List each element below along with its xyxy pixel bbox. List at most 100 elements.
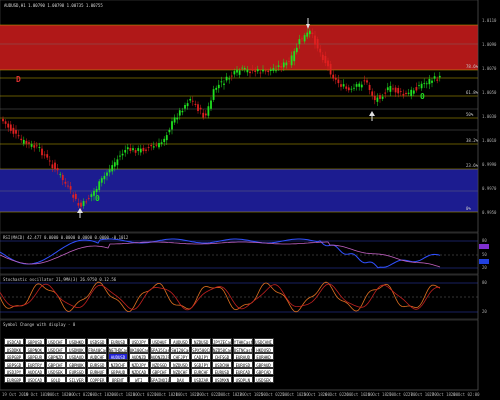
symbol-button[interactable]: USDNOK <box>66 345 87 353</box>
symbol-button[interactable]: NZDSGD <box>149 360 170 368</box>
symbol-button[interactable]: GBPCAD <box>253 368 274 376</box>
symbol-button[interactable]: FRA40Cash <box>87 345 108 353</box>
symbol-button[interactable]: GBPAUD <box>253 360 274 368</box>
candle-body <box>77 203 80 206</box>
symbol-button[interactable]: AUDNZDJPY <box>149 353 170 361</box>
candle-body <box>25 140 28 144</box>
symbol-button[interactable]: SPAINOIL <box>149 376 170 383</box>
symbol-button[interactable]: CHFSGD <box>212 353 232 361</box>
candle-body <box>181 110 184 113</box>
symbol-button[interactable]: DAX <box>170 376 191 383</box>
symbol-button[interactable]: USDCAD <box>24 376 45 383</box>
symbol-button[interactable]: SPA35Cash <box>149 345 170 353</box>
candle-body <box>108 169 111 173</box>
symbol-button[interactable]: NZDCAD <box>128 368 149 376</box>
symbol-button[interactable]: COPPER <box>87 376 108 383</box>
symbol-button[interactable]: USTNCash <box>232 345 253 353</box>
candle-body <box>236 69 238 73</box>
symbol-button[interactable]: NZDUSD <box>170 360 191 368</box>
symbol-button[interactable]: CADJPY <box>191 353 212 361</box>
candle-body <box>69 186 72 190</box>
symbol-button[interactable]: NZDUSD <box>191 338 212 345</box>
symbol-button[interactable]: EURHUF <box>87 368 108 376</box>
symbol-button[interactable]: GBPEUR <box>24 353 45 361</box>
symbol-button[interactable]: JPYZECash <box>212 338 232 345</box>
symbol-button[interactable]: EURCAD <box>232 368 253 376</box>
candle-body <box>61 174 64 181</box>
symbol-button[interactable]: GBPUSD <box>24 338 45 345</box>
symbol-button[interactable]: NZD50Cash <box>212 345 232 353</box>
symbol-button[interactable]: USDCNH <box>212 360 232 368</box>
candle-body <box>288 60 290 62</box>
symbol-button[interactable]: EURCHF <box>191 368 212 376</box>
symbol-button[interactable]: USDMXN <box>212 376 232 383</box>
symbol-button[interactable]: USDSGD <box>87 338 108 345</box>
symbol-button[interactable]: NZDJPY <box>128 360 149 368</box>
symbol-button[interactable]: EURAUD <box>232 353 253 361</box>
symbol-button[interactable]: USDCANI <box>253 338 274 345</box>
symbol-button[interactable]: GBPAUD <box>108 368 128 376</box>
symbol-button[interactable]: USDHKD <box>66 338 87 345</box>
symbol-button[interactable]: USDCHF <box>45 345 66 353</box>
candle-body <box>262 69 264 72</box>
candle-body <box>379 95 381 99</box>
symbol-button[interactable]: USDDKK <box>4 345 24 353</box>
symbol-button[interactable]: EURSGD <box>87 360 108 368</box>
symbol-button[interactable]: USDPLN <box>232 376 253 383</box>
symbol-button[interactable]: SGDJPY <box>191 360 212 368</box>
symbol-button[interactable]: GBPCHF <box>45 360 66 368</box>
symbol-button[interactable]: GBPNOK <box>24 345 45 353</box>
symbol-button[interactable]: BRENT <box>108 376 128 383</box>
symbol-button[interactable]: EURGBP <box>4 376 24 383</box>
symbol-button[interactable]: SILVER <box>66 376 87 383</box>
symbol-button[interactable]: EURUSD <box>232 360 253 368</box>
symbol-button[interactable]: YTHKCash <box>232 338 253 345</box>
symbol-button[interactable]: UK100Cash <box>128 345 149 353</box>
symbol-button[interactable]: EURSGD <box>66 368 87 376</box>
symbol-button[interactable]: NETHDCash <box>108 345 128 353</box>
candle-body <box>54 162 56 170</box>
symbol-button[interactable]: CHFJPY <box>170 353 191 361</box>
candle-body <box>249 71 251 74</box>
symbol-button[interactable]: EURUSD <box>108 338 128 345</box>
candle-body <box>353 87 355 89</box>
symbol-button[interactable]: USDJPY <box>128 338 149 345</box>
candle-body <box>358 83 361 87</box>
symbol-button[interactable]: AUDCHF <box>87 353 108 361</box>
symbol-button[interactable]: AUDNZD <box>128 353 149 361</box>
candle-body <box>290 55 293 66</box>
symbol-button[interactable]: WTI <box>128 376 149 383</box>
symbol-button[interactable]: USDHUF <box>149 338 170 345</box>
candle-body <box>90 194 93 197</box>
symbol-button[interactable]: GBPCHF <box>149 368 170 376</box>
symbol-button[interactable]: NZDCHF <box>170 368 191 376</box>
symbol-button[interactable]: USDSEK <box>253 376 274 383</box>
symbol-button[interactable]: AUDUSD <box>108 353 128 361</box>
candle-body <box>438 75 441 78</box>
symbol-button[interactable]: EURUSD <box>212 368 232 376</box>
symbol-button[interactable]: USDSEK <box>45 368 66 376</box>
symbol-button[interactable]: SWI20Cash <box>170 345 191 353</box>
symbol-button[interactable]: AUDCAD <box>24 368 45 376</box>
candle-body <box>202 112 205 118</box>
symbol-button[interactable]: NZDCHF <box>108 360 128 368</box>
symbol-button[interactable]: USDAUD <box>66 353 87 361</box>
symbol-button[interactable]: EURHKD <box>253 353 274 361</box>
candle-body <box>194 103 197 105</box>
candle-body <box>132 148 134 151</box>
symbol-button[interactable]: USDJPY <box>4 368 24 376</box>
candle-body <box>405 92 407 95</box>
symbol-button[interactable]: USDCHF <box>45 338 66 345</box>
symbol-button[interactable]: GBPNOK <box>66 360 87 368</box>
symbol-button[interactable]: HKDUSD <box>253 345 274 353</box>
candle-body <box>423 82 426 84</box>
symbol-button[interactable]: USDZAR <box>191 376 212 383</box>
symbol-button[interactable]: GBPGBP <box>4 353 24 361</box>
symbol-button[interactable]: SPX500Cash <box>191 345 212 353</box>
symbol-button[interactable]: EURTRY <box>24 360 45 368</box>
symbol-button[interactable]: AUDUSD <box>170 338 191 345</box>
symbol-button[interactable]: GBPNZD <box>45 353 66 361</box>
symbol-button[interactable]: GOLD <box>45 376 66 383</box>
symbol-button[interactable]: USDCAD <box>4 338 24 345</box>
symbol-button[interactable]: GBPSGD <box>4 360 24 368</box>
